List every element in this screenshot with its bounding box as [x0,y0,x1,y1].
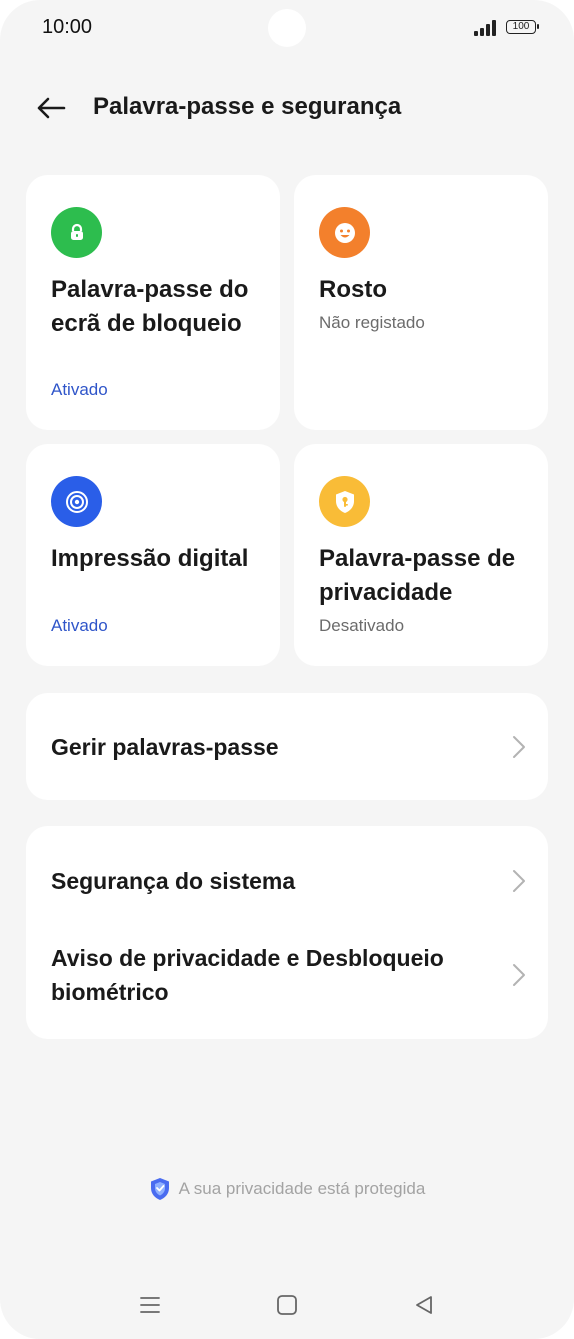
tile-title: Palavra-passe do ecrã de bloqueio [51,276,249,337]
fingerprint-icon [51,476,102,527]
tile-lock-screen-password[interactable]: Palavra-passe do ecrã de bloqueio Ativad… [26,175,280,430]
row-label: Gerir palavras-passe [51,734,279,760]
tile-title: Rosto [319,276,387,303]
row-label: Aviso de privacidade e Desbloqueio biomé… [51,945,444,1005]
system-settings-card: Segurança do sistema Aviso de privacidad… [26,826,548,1039]
tile-status: Ativado [51,380,108,399]
tile-fingerprint[interactable]: Impressão digital Ativado [26,444,280,666]
triangle-back-icon [416,1296,432,1314]
shield-key-icon [319,476,370,527]
manage-passwords-row[interactable]: Gerir palavras-passe [26,693,548,800]
arrow-left-icon [37,97,66,119]
tile-status: Ativado [51,616,108,635]
manage-passwords-card: Gerir palavras-passe [26,693,548,800]
privacy-notice-biometric-row[interactable]: Aviso de privacidade e Desbloqueio biomé… [26,936,548,1039]
tile-status: Desativado [319,616,405,635]
privacy-protected-note: A sua privacidade está protegida [0,1177,574,1201]
row-label: Segurança do sistema [51,868,296,894]
battery-icon: 100 [506,20,539,34]
phone-screen: 10:00 100 Palavra-passe e segurança Pala… [0,0,574,1339]
chevron-right-icon [513,964,525,986]
front-camera [268,9,306,47]
back-button[interactable] [30,88,72,128]
home-button[interactable] [272,1290,302,1320]
battery-level: 100 [512,21,530,32]
tile-title: Palavra-passe de privacidade [319,545,516,606]
status-bar: 10:00 100 [0,0,574,60]
square-icon [277,1295,297,1315]
lock-icon [51,207,102,258]
tile-privacy-password[interactable]: Palavra-passe de privacidade Desativado [294,444,548,666]
back-nav-button[interactable] [409,1290,439,1320]
system-security-row[interactable]: Segurança do sistema [26,826,548,936]
chevron-right-icon [513,736,525,758]
signal-icon [474,20,496,36]
chevron-right-icon [513,870,525,892]
page-header: Palavra-passe e segurança [0,80,574,136]
status-time: 10:00 [42,16,93,38]
shield-check-icon [150,1178,169,1200]
tile-status: Não registado [319,313,425,332]
face-icon [319,207,370,258]
tile-face[interactable]: Rosto Não registado [294,175,548,430]
menu-icon [140,1297,160,1313]
tile-title: Impressão digital [51,545,249,572]
recent-apps-button[interactable] [135,1290,165,1320]
privacy-note-text: A sua privacidade está protegida [178,1179,426,1198]
page-title: Palavra-passe e segurança [93,93,402,120]
navigation-bar [0,1280,574,1330]
